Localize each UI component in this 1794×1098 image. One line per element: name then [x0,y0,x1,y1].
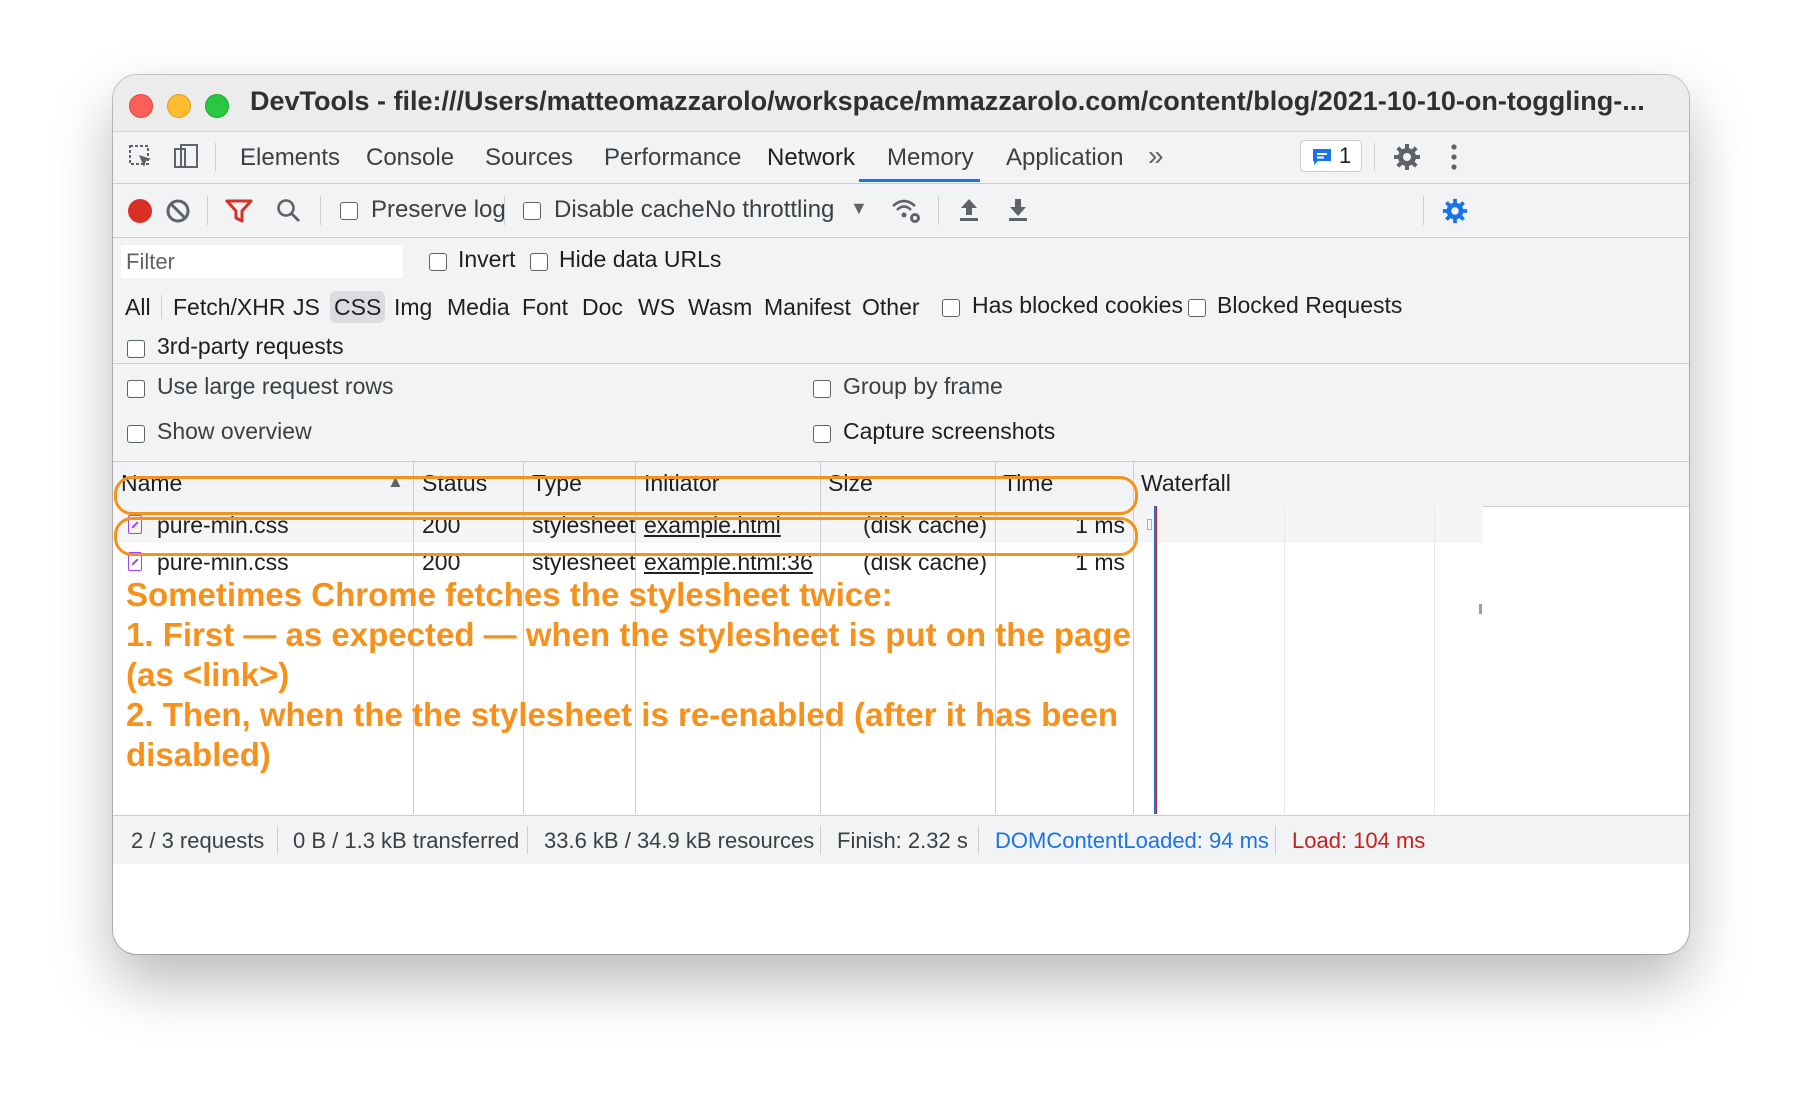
disable-cache-checkbox[interactable] [523,202,541,220]
clear-icon[interactable] [165,198,191,224]
type-filter-img[interactable]: Img [390,291,436,323]
active-tab-indicator [859,179,980,182]
message-icon [1311,147,1333,167]
devtools-window: DevTools - file:///Users/matteomazzarolo… [113,75,1689,954]
chevron-down-icon: ▼ [850,198,868,218]
load-time: Load: 104 ms [1292,828,1426,853]
window-title: DevTools - file:///Users/matteomazzarolo… [250,86,1645,116]
annotation-line: 2. Then, when the the stylesheet is re-e… [126,696,1119,733]
column-header-waterfall[interactable]: Waterfall [1141,470,1231,497]
third-party-requests-checkbox[interactable] [127,340,145,358]
has-blocked-cookies-label: Has blocked cookies [972,292,1183,318]
invert-checkbox[interactable] [429,253,447,271]
waterfall-scrollbar[interactable] [1479,604,1482,614]
status-bar: 2 / 3 requests 0 B / 1.3 kB transferred … [113,815,1689,864]
filter-input[interactable] [121,245,403,278]
tab-memory[interactable]: Memory [887,144,974,172]
blocked-requests-checkbox[interactable] [1188,299,1206,317]
waterfall-load-marker [1156,506,1157,814]
row-highlight-outline [114,517,1138,556]
waterfall-request-bar [1147,519,1152,530]
close-window-button[interactable] [129,94,153,118]
disable-cache-label: Disable cache [554,196,705,223]
type-filter-manifest[interactable]: Manifest [760,291,855,323]
minimize-window-button[interactable] [167,94,191,118]
type-filter-doc[interactable]: Doc [578,291,627,323]
preserve-log-label: Preserve log [371,196,506,223]
annotation-text: Sometimes Chrome fetches the stylesheet … [126,575,1146,775]
tab-elements[interactable]: Elements [240,144,340,172]
network-settings-gear-icon[interactable] [1441,197,1469,225]
has-blocked-cookies-checkbox[interactable] [942,299,960,317]
type-filter-other[interactable]: Other [858,291,924,323]
network-toolbar: Preserve log Disable cache No throttling… [113,184,1689,238]
network-conditions-icon[interactable] [890,197,922,225]
group-by-frame-checkbox[interactable] [813,380,831,398]
device-toolbar-icon[interactable] [172,143,200,171]
invert-label: Invert [458,246,516,272]
type-filter-media[interactable]: Media [443,291,514,323]
panel-tab-bar: Elements Console Sources Performance Net… [113,132,1689,184]
kebab-menu-icon[interactable] [1449,143,1459,171]
tab-sources[interactable]: Sources [485,144,573,172]
transferred-size: 0 B / 1.3 kB transferred [293,828,520,853]
dom-content-loaded-time: DOMContentLoaded: 94 ms [995,828,1269,853]
preserve-log-checkbox[interactable] [340,202,358,220]
third-party-requests-label: 3rd-party requests [157,333,344,359]
hide-data-urls-label: Hide data URLs [559,246,722,272]
issues-button[interactable]: 1 [1300,140,1362,172]
type-filter-ws[interactable]: WS [634,291,679,323]
requests-count: 2 / 3 requests [131,828,265,853]
capture-screenshots-label: Capture screenshots [843,418,1056,444]
type-filter-fetch-xhr[interactable]: Fetch/XHR [169,291,289,323]
type-filter-css[interactable]: CSS [330,291,386,323]
type-filter-all[interactable]: All [121,291,155,323]
inspect-element-icon[interactable] [127,143,155,171]
settings-gear-icon[interactable] [1392,142,1422,172]
group-by-frame-label: Group by frame [843,373,1003,399]
filter-funnel-icon[interactable] [225,198,253,224]
annotation-line: Sometimes Chrome fetches the stylesheet … [126,576,893,613]
capture-screenshots-checkbox[interactable] [813,425,831,443]
row-highlight-outline [114,476,1138,515]
zoom-window-button[interactable] [205,94,229,118]
resources-size: 33.6 kB / 34.9 kB resources [544,828,815,853]
record-button[interactable] [128,199,152,223]
show-overview-checkbox[interactable] [127,425,145,443]
annotation-line: 1. First — as expected — when the styles… [126,616,1131,653]
more-tabs-button[interactable]: » [1148,140,1164,172]
annotation-line: (as <link>) [126,656,290,693]
tab-console[interactable]: Console [366,144,454,172]
show-overview-label: Show overview [157,418,312,444]
tab-application[interactable]: Application [1006,144,1123,172]
filter-bar: Invert Hide data URLs All Fetch/XHR JS C… [113,238,1689,364]
large-rows-label: Use large request rows [157,373,394,399]
title-bar: DevTools - file:///Users/matteomazzarolo… [113,75,1689,132]
issues-count: 1 [1339,143,1352,168]
throttling-value: No throttling [705,196,835,223]
hide-data-urls-checkbox[interactable] [530,253,548,271]
annotation-line: disabled) [126,736,271,773]
download-icon[interactable] [1006,197,1030,223]
network-settings-pane: Use large request rows Group by frame Sh… [113,364,1689,462]
type-filter-font[interactable]: Font [518,291,572,323]
type-filter-js[interactable]: JS [289,291,324,323]
type-filter-wasm[interactable]: Wasm [684,291,756,323]
tab-network[interactable]: Network [767,144,855,172]
finish-time: Finish: 2.32 s [837,828,968,853]
throttling-select[interactable]: No throttling ▼ [703,192,873,228]
search-icon[interactable] [276,198,302,224]
tab-performance[interactable]: Performance [604,144,741,172]
blocked-requests-label: Blocked Requests [1217,292,1403,318]
large-rows-checkbox[interactable] [127,380,145,398]
upload-icon[interactable] [957,197,981,223]
